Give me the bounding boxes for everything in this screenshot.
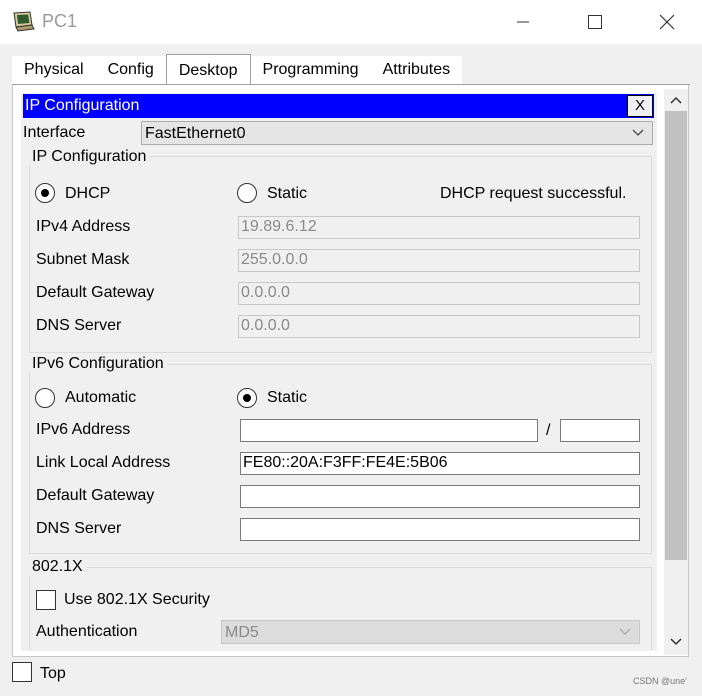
dot1x-group-title: 802.1X <box>29 558 86 576</box>
ip-configuration-close-button[interactable]: X <box>627 95 653 117</box>
ipv4-dns-label: DNS Server <box>36 317 122 334</box>
top-checkbox[interactable] <box>12 662 32 682</box>
ipv6-automatic-radio[interactable] <box>35 388 55 408</box>
authentication-label: Authentication <box>36 623 138 640</box>
link-local-label: Link Local Address <box>36 454 171 471</box>
ipv6-gateway-label: Default Gateway <box>36 487 155 504</box>
title-bar: PC1 <box>0 0 702 44</box>
authentication-select[interactable]: MD5 <box>221 620 640 644</box>
interface-label: Interface <box>23 124 86 141</box>
ipv6-gateway-field[interactable] <box>240 485 640 508</box>
ipv4-address-field[interactable]: 19.89.6.12 <box>238 216 640 239</box>
ipv6-dns-field[interactable] <box>240 518 640 541</box>
dhcp-label: DHCP <box>65 185 111 202</box>
ipv6-automatic-label: Automatic <box>65 389 137 406</box>
tab-physical[interactable]: Physical <box>12 56 96 84</box>
interface-select[interactable]: FastEthernet0 <box>141 121 653 145</box>
interface-value: FastEthernet0 <box>145 125 246 142</box>
ipv6-address-label: IPv6 Address <box>36 421 131 438</box>
ipv4-address-label: IPv4 Address <box>36 218 131 235</box>
ip-configuration-header: IP Configuration <box>23 94 654 118</box>
top-label: Top <box>40 665 66 682</box>
watermark-text: CSDN @une' <box>633 676 687 686</box>
tab-attributes[interactable]: Attributes <box>370 56 463 84</box>
desktop-panel: IP Configuration X Interface FastEtherne… <box>12 85 689 657</box>
tab-programming[interactable]: Programming <box>250 56 371 84</box>
chevron-up-icon <box>670 96 682 104</box>
maximize-button[interactable] <box>572 6 618 38</box>
chevron-down-icon <box>670 638 682 646</box>
tab-config[interactable]: Config <box>95 56 166 84</box>
scrollbar-thumb[interactable] <box>665 111 687 560</box>
subnet-mask-field[interactable]: 255.0.0.0 <box>238 249 640 272</box>
ip-configuration-title: IP Configuration <box>25 97 140 114</box>
ipv6-static-radio[interactable] <box>237 388 257 408</box>
ipv4-gateway-label: Default Gateway <box>36 284 155 301</box>
tab-desktop[interactable]: Desktop <box>165 54 251 84</box>
ipv6-dns-label: DNS Server <box>36 520 122 537</box>
dhcp-radio[interactable] <box>35 183 55 203</box>
ipv4-static-label: Static <box>267 185 308 202</box>
ip-configuration-window: IP Configuration X Interface FastEtherne… <box>21 93 657 651</box>
vertical-scrollbar[interactable] <box>664 89 688 655</box>
chevron-down-icon <box>632 129 644 136</box>
ipv6-group-title: IPv6 Configuration <box>29 355 167 373</box>
ipv4-group-title: IP Configuration <box>29 148 150 166</box>
ipv6-address-field[interactable] <box>240 419 538 442</box>
pc-icon <box>12 11 36 33</box>
ipv6-prefix-field[interactable] <box>560 419 640 442</box>
prefix-separator: / <box>546 422 551 439</box>
maximize-icon <box>588 15 602 29</box>
link-local-field[interactable]: FE80::20A:F3FF:FE4E:5B06 <box>240 452 640 475</box>
use-802-1x-label: Use 802.1X Security <box>64 591 210 608</box>
subnet-mask-label: Subnet Mask <box>36 251 130 268</box>
ipv4-static-radio[interactable] <box>237 183 257 203</box>
use-802-1x-checkbox[interactable] <box>36 590 56 610</box>
scroll-down-button[interactable] <box>664 631 688 653</box>
authentication-value: MD5 <box>225 624 259 641</box>
minimize-icon <box>517 21 529 23</box>
window-close-button[interactable] <box>644 6 690 38</box>
ipv4-dns-field[interactable]: 0.0.0.0 <box>238 315 640 338</box>
ipv6-static-label: Static <box>267 389 308 406</box>
dhcp-status-text: DHCP request successful. <box>440 185 627 202</box>
window-title: PC1 <box>42 11 78 31</box>
tab-bar: Physical Config Desktop Programming Attr… <box>12 54 463 84</box>
close-icon <box>659 14 675 30</box>
scroll-up-button[interactable] <box>664 89 688 111</box>
minimize-button[interactable] <box>500 6 546 38</box>
chevron-down-icon <box>619 628 631 635</box>
ipv4-gateway-field[interactable]: 0.0.0.0 <box>238 282 640 305</box>
